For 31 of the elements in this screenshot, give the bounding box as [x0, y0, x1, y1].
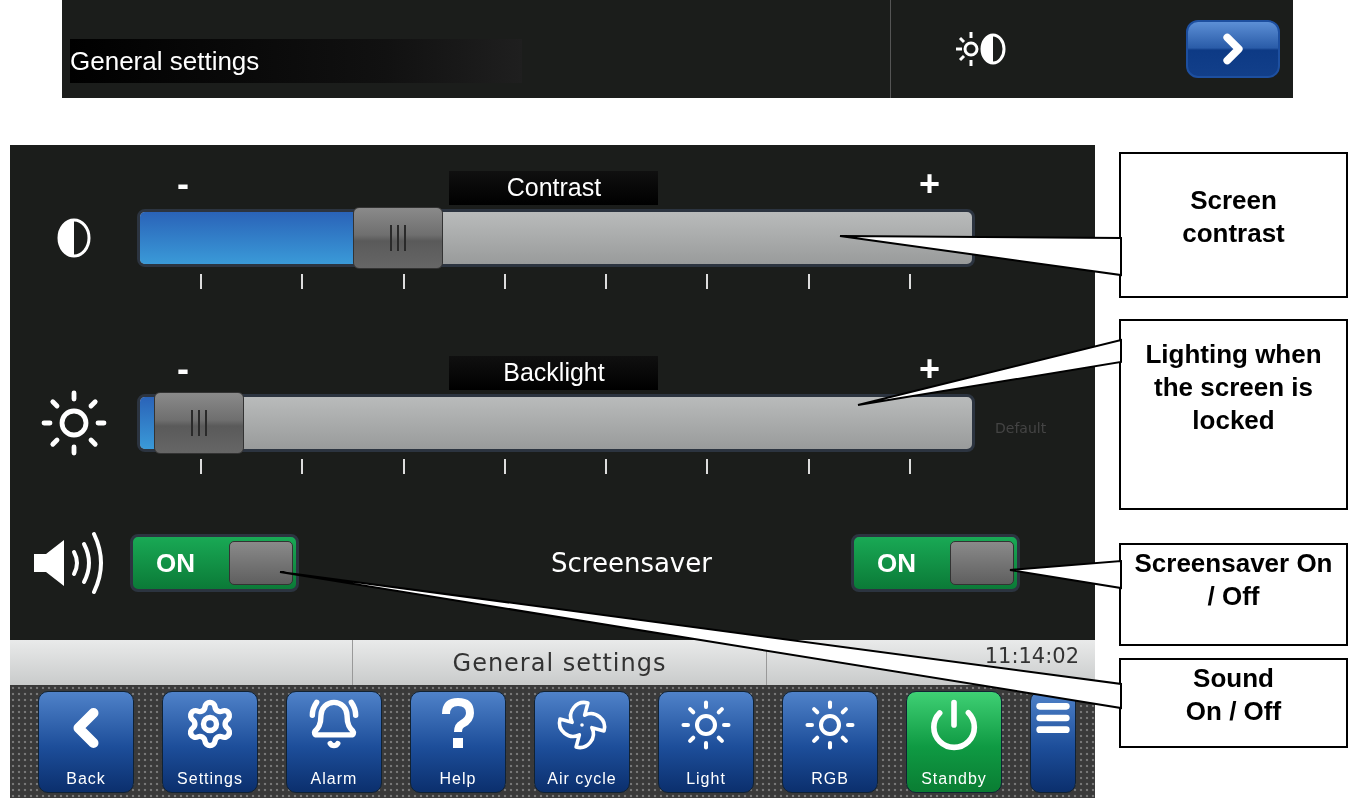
- decrease-sign[interactable]: -: [177, 350, 189, 387]
- page-title: General settings: [70, 39, 522, 83]
- callout-text: Screensaver On / Off: [1133, 547, 1334, 613]
- slider-track[interactable]: [137, 209, 975, 267]
- slider-label: Backlight: [449, 355, 659, 390]
- dock-button[interactable]: Back: [38, 690, 134, 793]
- screensaver-label: Screensaver: [551, 548, 713, 578]
- slider-thumb[interactable]: [353, 207, 444, 269]
- dock-button[interactable]: Standby: [906, 690, 1002, 793]
- status-time: 11:14:02: [984, 644, 1079, 668]
- dock-button[interactable]: Settings: [162, 690, 258, 793]
- screensaver-toggle[interactable]: ON: [851, 534, 1020, 592]
- increase-sign[interactable]: +: [918, 350, 940, 387]
- dock-button[interactable]: Air cycle: [534, 690, 630, 793]
- bell-icon: [308, 697, 360, 750]
- callout-text: Sound On / Off: [1184, 662, 1283, 728]
- slider-track[interactable]: [137, 394, 975, 452]
- increase-sign[interactable]: +: [918, 165, 940, 202]
- status-title: General settings: [452, 648, 667, 677]
- contrast-icon: [56, 218, 91, 258]
- slider-label: Contrast: [449, 170, 659, 205]
- sound-toggle[interactable]: ON: [130, 534, 299, 592]
- dock-button[interactable]: RGB: [782, 690, 878, 793]
- slider-thumb[interactable]: [153, 392, 244, 454]
- callout-text: Lighting when the screen is locked: [1144, 338, 1323, 437]
- dock-button[interactable]: Light: [658, 690, 754, 793]
- dock-button[interactable]: Help: [410, 690, 506, 793]
- next-button[interactable]: [1186, 20, 1280, 78]
- dock-button[interactable]: Alarm: [286, 690, 382, 793]
- callout-text: Screen contrast: [1181, 184, 1286, 250]
- decrease-sign[interactable]: -: [177, 165, 189, 202]
